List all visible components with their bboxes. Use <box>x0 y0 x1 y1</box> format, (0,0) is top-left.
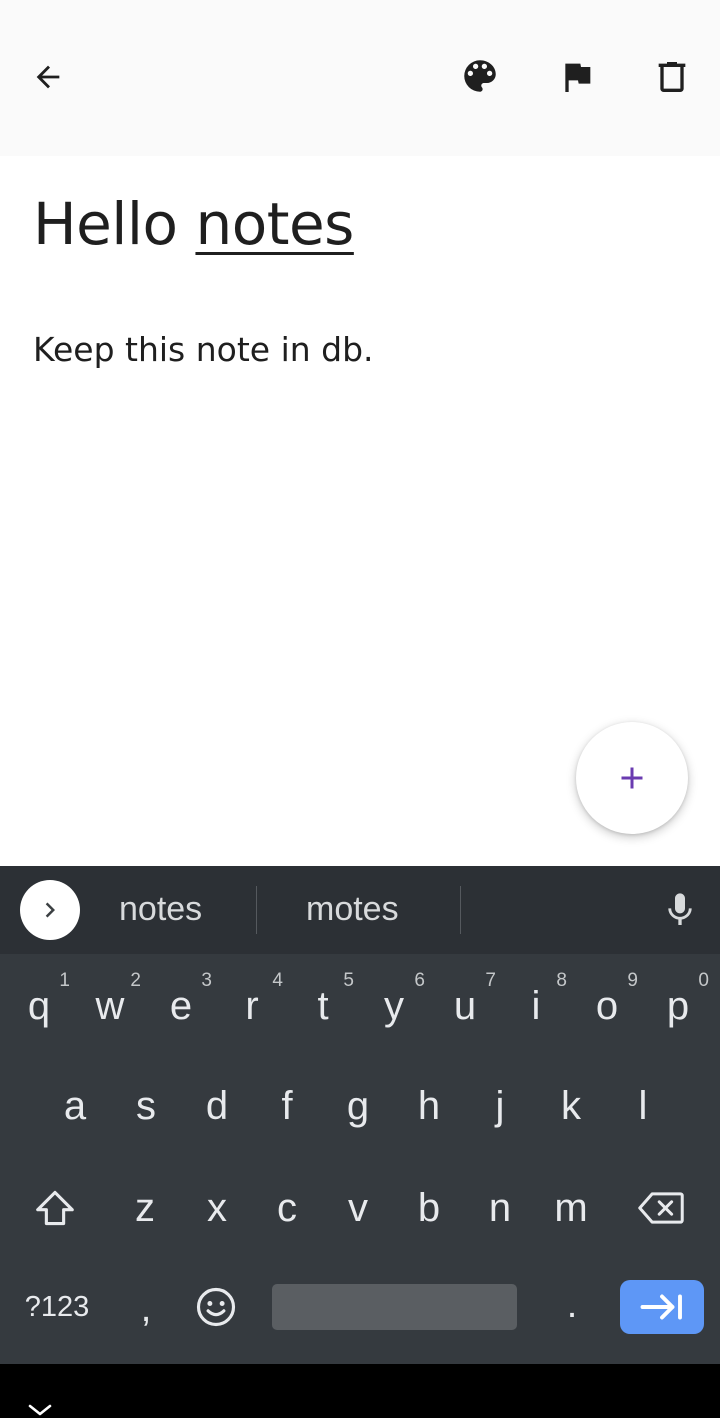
key-d[interactable]: d <box>182 1058 252 1154</box>
key-u[interactable]: 7u <box>430 958 500 1054</box>
note-title[interactable]: Hello notes <box>33 190 354 258</box>
key-p[interactable]: 0p <box>643 958 713 1054</box>
key-e[interactable]: 3e <box>146 958 216 1054</box>
note-title-misspelled-word: notes <box>195 190 354 258</box>
tab-arrow-icon <box>640 1294 682 1320</box>
key-f[interactable]: f <box>252 1058 322 1154</box>
key-c[interactable]: c <box>252 1160 322 1256</box>
divider <box>460 886 461 934</box>
key-label: y <box>384 983 404 1028</box>
suggestion-1[interactable]: notes <box>119 890 202 929</box>
key-h[interactable]: h <box>394 1058 464 1154</box>
color-button[interactable] <box>448 44 512 108</box>
chevron-right-icon <box>45 902 55 918</box>
key-l[interactable]: l <box>608 1058 678 1154</box>
key-hint: 2 <box>130 970 141 991</box>
key-b[interactable]: b <box>394 1160 464 1256</box>
suggestion-2[interactable]: motes <box>306 890 399 929</box>
key-v[interactable]: v <box>323 1160 393 1256</box>
soft-keyboard: notes motes 1q 2w 3e 4r 5t 6y 7u 8i 9o 0… <box>0 866 720 1364</box>
key-m[interactable]: m <box>536 1160 606 1256</box>
period-key[interactable]: . <box>542 1278 602 1332</box>
trash-icon <box>658 62 686 92</box>
emoji-key[interactable] <box>186 1280 246 1334</box>
key-hint: 4 <box>272 970 283 991</box>
back-button[interactable] <box>16 45 80 109</box>
key-q[interactable]: 1q <box>4 958 74 1054</box>
microphone-icon <box>668 893 692 925</box>
key-z[interactable]: z <box>110 1160 180 1256</box>
key-k[interactable]: k <box>536 1058 606 1154</box>
key-n[interactable]: n <box>465 1160 535 1256</box>
key-x[interactable]: x <box>182 1160 252 1256</box>
comma-key[interactable]: , <box>116 1282 176 1336</box>
key-label: i <box>531 983 541 1028</box>
note-title-word: Hello <box>33 190 178 258</box>
key-hint: 7 <box>485 970 496 991</box>
key-r[interactable]: 4r <box>217 958 287 1054</box>
voice-input-button[interactable] <box>656 886 704 934</box>
key-label: t <box>317 983 329 1028</box>
key-label: p <box>666 983 690 1028</box>
delete-button[interactable] <box>640 45 704 109</box>
key-i[interactable]: 8i <box>501 958 571 1054</box>
key-hint: 3 <box>201 970 212 991</box>
app-bar <box>0 0 720 156</box>
flag-button[interactable] <box>545 45 609 109</box>
arrow-back-icon <box>36 65 60 89</box>
key-hint: 8 <box>556 970 567 991</box>
backspace-key[interactable] <box>626 1160 696 1256</box>
shift-key[interactable] <box>20 1160 90 1256</box>
spacebar[interactable] <box>272 1284 517 1330</box>
system-nav-bar <box>0 1364 720 1418</box>
key-label: w <box>95 983 125 1028</box>
key-label: o <box>595 983 619 1028</box>
key-hint: 1 <box>59 970 70 991</box>
shift-icon <box>36 1190 74 1226</box>
emoji-icon <box>196 1287 236 1327</box>
divider <box>256 886 257 934</box>
key-w[interactable]: 2w <box>75 958 145 1054</box>
suggestion-strip: notes motes <box>0 866 720 954</box>
plus-icon <box>621 767 643 789</box>
next-key[interactable] <box>620 1280 704 1334</box>
key-label: e <box>169 983 193 1028</box>
key-j[interactable]: j <box>465 1058 535 1154</box>
note-body[interactable]: Keep this note in db. <box>33 330 374 369</box>
hide-keyboard-chevron-icon[interactable] <box>26 1400 54 1418</box>
key-y[interactable]: 6y <box>359 958 429 1054</box>
expand-toolbar-button[interactable] <box>20 880 80 940</box>
key-o[interactable]: 9o <box>572 958 642 1054</box>
key-label: q <box>27 983 51 1028</box>
palette-icon <box>464 60 496 92</box>
backspace-icon <box>638 1192 684 1224</box>
symbols-key[interactable]: ?123 <box>12 1280 102 1334</box>
key-hint: 5 <box>343 970 354 991</box>
key-hint: 6 <box>414 970 425 991</box>
key-g[interactable]: g <box>323 1058 393 1154</box>
key-label: u <box>453 983 477 1028</box>
key-hint: 0 <box>698 970 709 991</box>
key-hint: 9 <box>627 970 638 991</box>
add-button[interactable] <box>576 722 688 834</box>
key-label: r <box>245 983 259 1028</box>
key-t[interactable]: 5t <box>288 958 358 1054</box>
key-s[interactable]: s <box>111 1058 181 1154</box>
flag-icon <box>565 63 591 92</box>
key-a[interactable]: a <box>40 1058 110 1154</box>
